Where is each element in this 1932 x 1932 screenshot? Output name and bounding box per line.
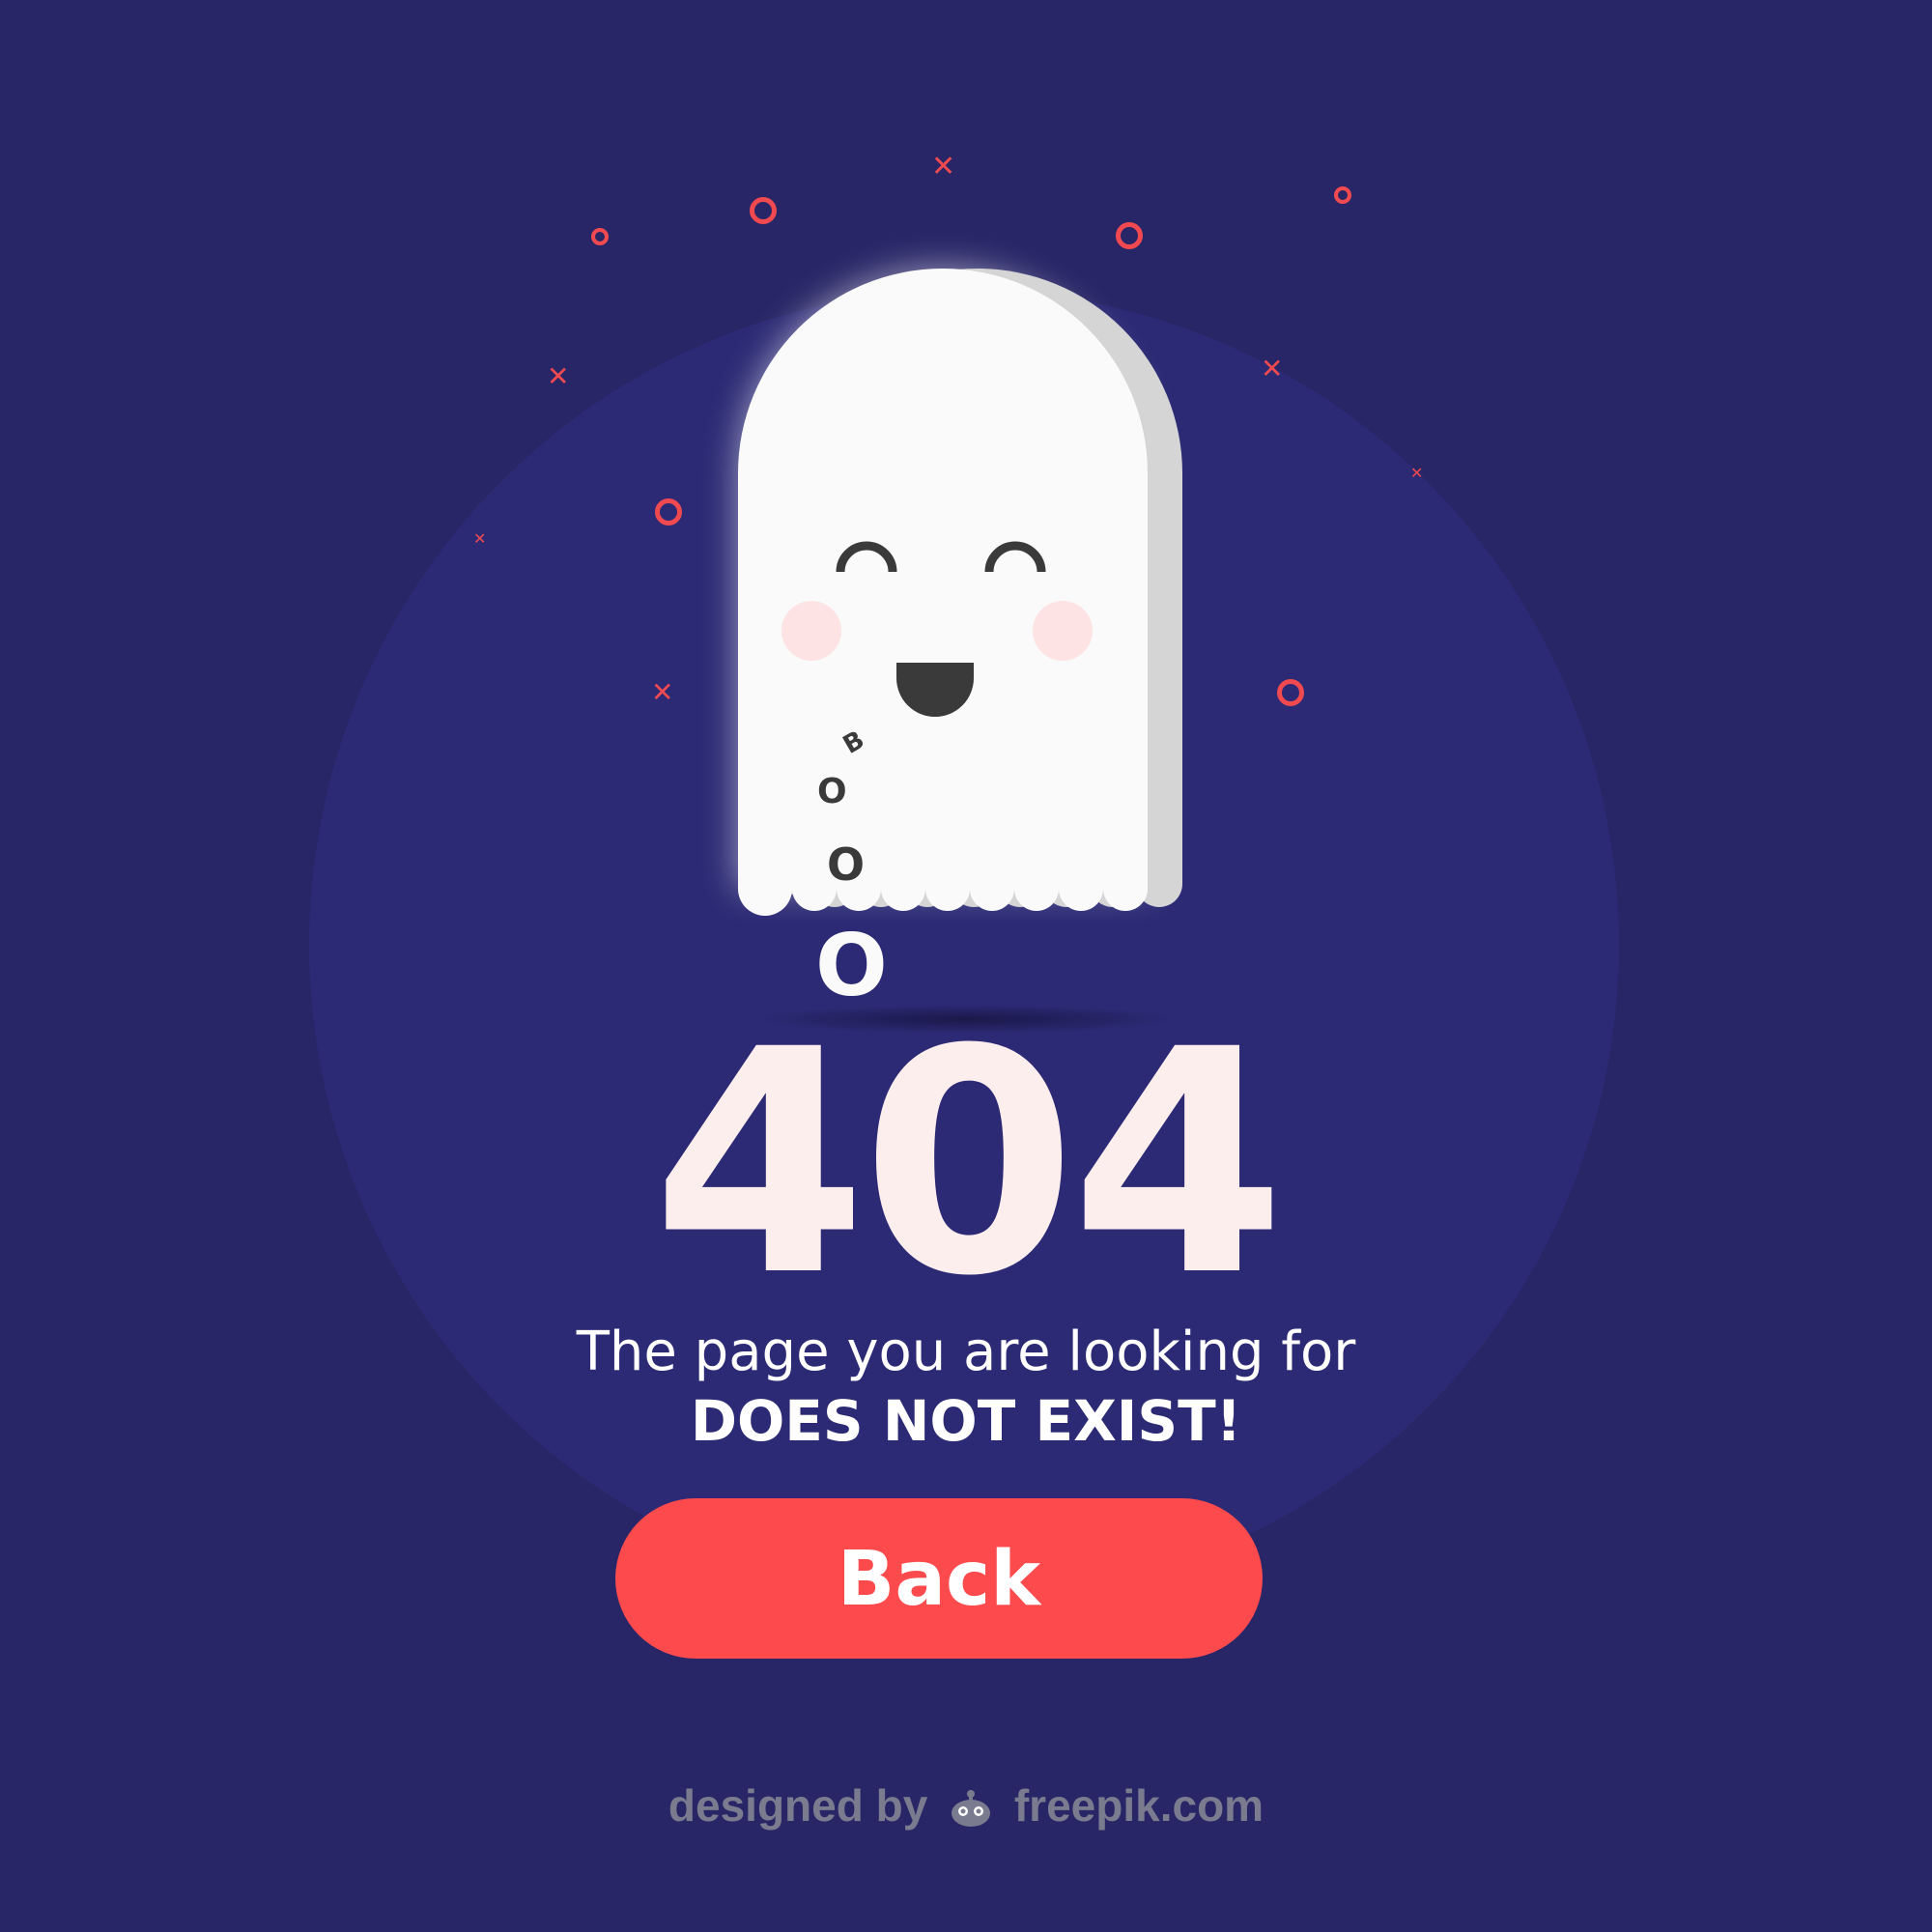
footer-credit: designed by freepik.com	[0, 1774, 1932, 1837]
ghost-illustration: B O O O	[676, 232, 1256, 1024]
sparkle-ring-icon	[591, 228, 609, 245]
credit-site[interactable]: freepik.com	[1014, 1780, 1264, 1831]
error-code: 404	[652, 984, 1286, 1344]
sparkle-x-icon: ✕	[473, 529, 487, 548]
error-message-emphasis: DOES NOT EXIST!	[690, 1388, 1242, 1454]
sparkle-ring-icon	[1334, 186, 1351, 204]
boo-letter-o-small: O	[817, 772, 847, 811]
sparkle-x-icon: ✕	[1410, 464, 1424, 482]
sparkle-x-icon: ✕	[547, 360, 570, 392]
error-page: ✕ ✕ ✕ ✕ ✕ ✕ B O O O 404 The page you are…	[0, 0, 1932, 1932]
sparkle-x-icon: ✕	[1261, 353, 1284, 384]
boo-letter-o-medium: O	[827, 838, 866, 891]
sparkle-x-icon: ✕	[651, 676, 674, 708]
sparkle-ring-icon	[750, 197, 777, 224]
sparkle-ring-icon	[1277, 679, 1304, 706]
freepik-logo-icon	[952, 1790, 991, 1827]
credit-prefix: designed by	[668, 1780, 928, 1831]
sparkle-x-icon: ✕	[931, 150, 956, 184]
ghost-icon	[738, 269, 1182, 916]
error-message: The page you are looking for	[576, 1321, 1356, 1383]
back-button[interactable]: Back	[615, 1498, 1263, 1659]
